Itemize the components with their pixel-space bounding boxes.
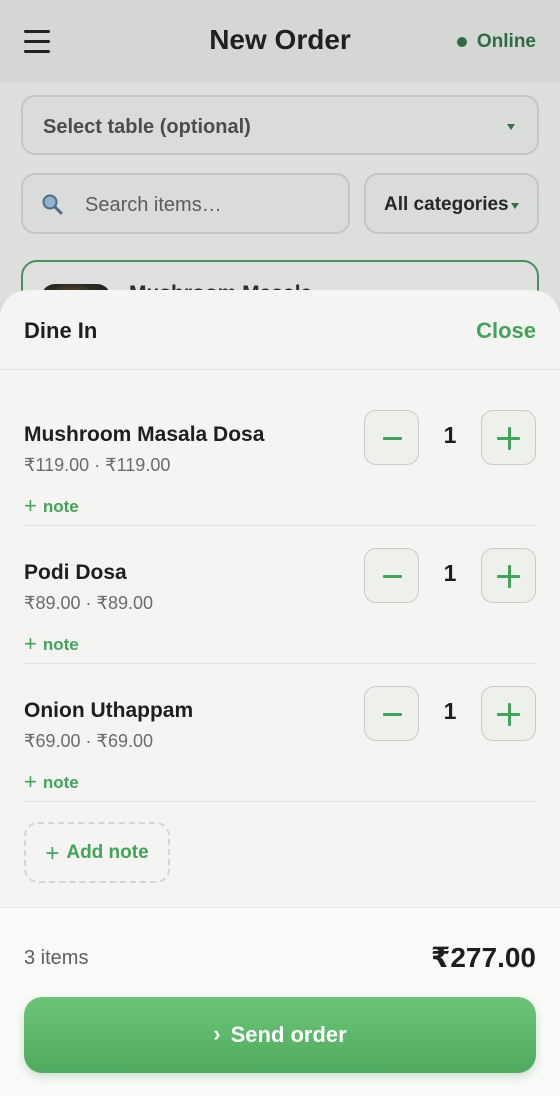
note-label: note	[42, 773, 79, 792]
note-label: note	[42, 497, 79, 516]
add-item-note-button[interactable]: + note	[24, 630, 79, 656]
plus-icon-stroke	[507, 703, 511, 726]
decrease-qty-button[interactable]	[364, 686, 419, 741]
table-select-label: Select table (optional)	[43, 116, 251, 138]
status-dot-icon	[456, 37, 467, 47]
plus-icon-stroke	[507, 565, 511, 588]
increase-qty-button[interactable]	[481, 410, 536, 465]
category-select[interactable]: All categories	[364, 173, 539, 234]
order-total: ₹277.00	[430, 942, 536, 973]
table-select[interactable]: Select table (optional)	[21, 95, 539, 155]
sheet-title: Dine In	[24, 318, 98, 343]
search-placeholder: Search items…	[85, 194, 222, 216]
order-item-price: ₹69.00 · ₹69.00	[24, 731, 153, 751]
order-item-name: Podi Dosa	[24, 561, 127, 584]
order-item-row: Onion Uthappam ₹69.00 · ₹69.00 + note 1	[24, 664, 536, 802]
note-label: note	[42, 635, 79, 654]
connection-status: Online	[456, 31, 536, 53]
status-label: Online	[476, 31, 536, 52]
decrease-qty-button[interactable]	[364, 548, 419, 603]
add-item-note-button[interactable]: + note	[24, 492, 79, 518]
quantity-value: 1	[443, 698, 457, 724]
item-count: 3 items	[24, 947, 89, 969]
increase-qty-button[interactable]	[481, 548, 536, 603]
send-order-label: Send order	[230, 1022, 347, 1047]
search-icon	[42, 194, 63, 215]
plus-icon-stroke	[507, 427, 511, 450]
plus-icon: +	[24, 493, 37, 518]
order-item-price: ₹89.00 · ₹89.00	[24, 593, 153, 613]
minus-icon	[383, 575, 402, 578]
order-item-row: Podi Dosa ₹89.00 · ₹89.00 + note 1	[24, 526, 536, 664]
quantity-value: 1	[443, 560, 457, 586]
caret-down-icon	[507, 124, 515, 130]
search-input[interactable]: Search items…	[21, 173, 350, 234]
increase-qty-button[interactable]	[481, 686, 536, 741]
add-item-note-button[interactable]: + note	[24, 768, 79, 794]
decrease-qty-button[interactable]	[364, 410, 419, 465]
sheet-header: Dine In Close	[0, 290, 560, 370]
minus-icon	[383, 437, 402, 440]
plus-icon: +	[45, 839, 60, 867]
add-note-label: Add note	[66, 841, 149, 863]
order-item-name: Mushroom Masala Dosa	[24, 423, 265, 446]
top-bar: New Order Online	[0, 0, 560, 82]
order-sheet: Dine In Close Mushroom Masala Dosa ₹119.…	[0, 290, 560, 1096]
quantity-value: 1	[443, 422, 457, 448]
plus-icon: +	[24, 769, 37, 794]
minus-icon	[383, 713, 402, 716]
order-item-name: Onion Uthappam	[24, 699, 194, 722]
order-footer: 3 items ₹277.00 › Send order	[0, 907, 560, 1096]
plus-icon: +	[24, 631, 37, 656]
add-order-note-button[interactable]: + Add note	[24, 822, 170, 883]
send-order-button[interactable]: › Send order	[24, 997, 536, 1073]
caret-down-icon	[511, 203, 519, 209]
chevron-right-icon: ›	[213, 1021, 221, 1046]
close-button[interactable]: Close	[476, 318, 536, 344]
category-select-label: All categories	[384, 194, 509, 215]
order-item-row: Mushroom Masala Dosa ₹119.00 · ₹119.00 +…	[24, 388, 536, 526]
order-item-price: ₹119.00 · ₹119.00	[24, 455, 171, 475]
